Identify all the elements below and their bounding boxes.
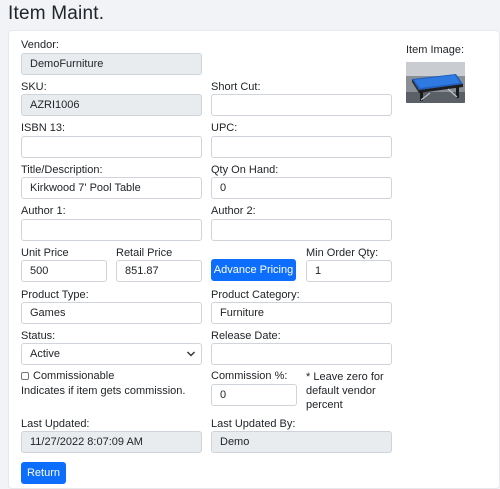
author2-input[interactable]: [211, 219, 392, 241]
status-label: Status:: [21, 330, 56, 342]
product-type-input[interactable]: Games: [21, 302, 202, 324]
author2-label: Author 2:: [211, 205, 256, 217]
commission-pct-input[interactable]: 0: [211, 384, 297, 406]
item-image-thumbnail[interactable]: [406, 62, 465, 103]
upc-label: UPC:: [211, 122, 238, 134]
last-updated-label: Last Updated:: [21, 418, 90, 430]
release-date-label: Release Date:: [211, 330, 281, 342]
unit-price-label: Unit Price: [21, 247, 69, 259]
last-updated-field[interactable]: 11/27/2022 8:07:09 AM: [21, 431, 202, 453]
status-select-value: Active: [30, 348, 60, 360]
last-updated-by-field[interactable]: Demo: [211, 431, 392, 453]
retail-price-label: Retail Price: [116, 247, 173, 259]
item-image-label: Item Image:: [406, 44, 465, 56]
product-category-input[interactable]: Furniture: [211, 302, 392, 324]
author1-input[interactable]: [21, 219, 202, 241]
release-date-input[interactable]: [211, 343, 392, 365]
commission-note-line1: * Leave zero for: [306, 371, 384, 383]
commissionable-checkbox[interactable]: [21, 372, 29, 380]
author1-label: Author 1:: [21, 205, 66, 217]
isbn13-label: ISBN 13:: [21, 122, 66, 134]
short-cut-label: Short Cut:: [211, 81, 261, 93]
last-updated-by-label: Last Updated By:: [211, 418, 296, 430]
product-category-label: Product Category:: [211, 289, 300, 301]
retail-price-input[interactable]: 851.87: [116, 260, 202, 282]
vendor-label: Vendor:: [21, 39, 59, 51]
return-button[interactable]: Return: [21, 462, 66, 484]
min-order-qty-input[interactable]: 1: [306, 260, 392, 282]
sku-label: SKU:: [21, 81, 47, 93]
commission-note-line3: percent: [306, 399, 343, 411]
unit-price-input[interactable]: 500: [21, 260, 107, 282]
min-order-qty-label: Min Order Qty:: [306, 247, 379, 259]
qty-on-hand-input[interactable]: 0: [211, 177, 392, 199]
commissionable-label: Commissionable: [33, 370, 115, 382]
commissionable-help-text: Indicates if item gets commission.: [21, 385, 186, 397]
title-label: Title/Description:: [21, 164, 103, 176]
commission-note-line2: default vendor: [306, 385, 376, 397]
status-select[interactable]: Active: [21, 343, 202, 365]
page-title: Item Maint.: [8, 3, 105, 24]
pool-table-photo-icon: [406, 62, 465, 103]
qty-on-hand-label: Qty On Hand:: [211, 164, 279, 176]
short-cut-input[interactable]: [211, 94, 392, 116]
product-type-label: Product Type:: [21, 289, 89, 301]
upc-input[interactable]: [211, 136, 392, 158]
advance-pricing-button[interactable]: Advance Pricing: [211, 259, 296, 281]
title-input[interactable]: Kirkwood 7' Pool Table: [21, 177, 202, 199]
chevron-down-icon: [186, 351, 196, 357]
commission-pct-label: Commission %:: [211, 370, 288, 382]
isbn13-input[interactable]: [21, 136, 202, 158]
sku-field[interactable]: AZRI1006: [21, 94, 202, 116]
vendor-field[interactable]: DemoFurniture: [21, 53, 202, 75]
